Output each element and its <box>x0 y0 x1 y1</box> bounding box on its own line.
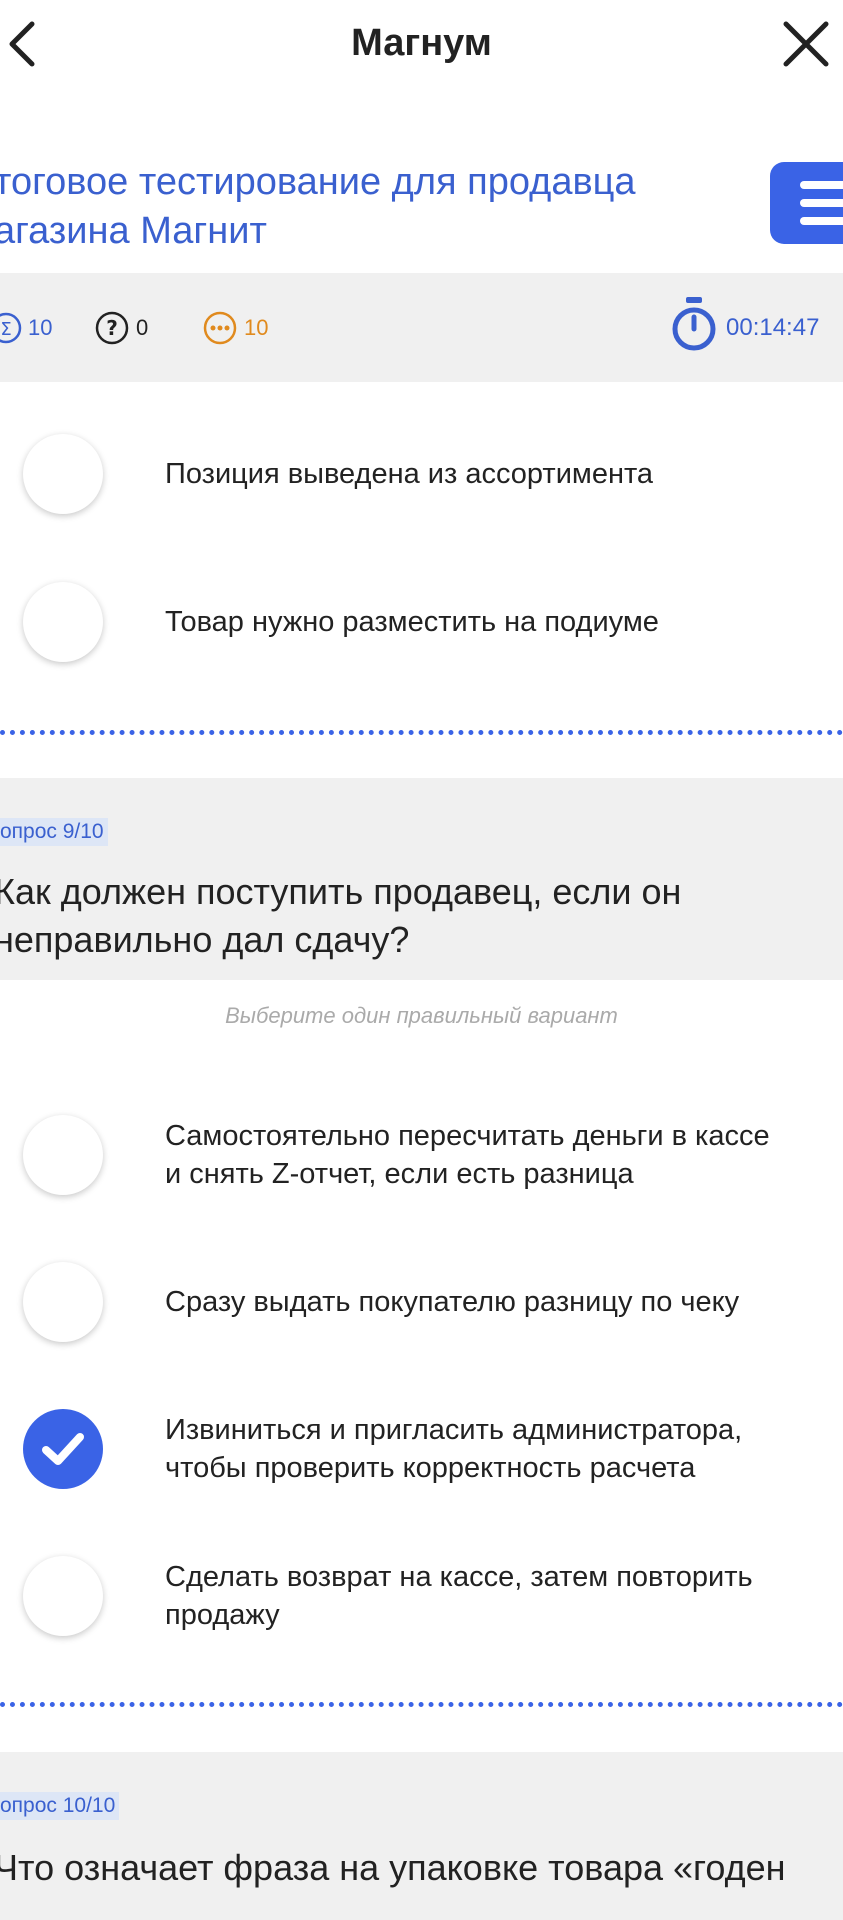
stopwatch-icon <box>672 297 716 351</box>
radio-option-2[interactable] <box>23 1262 103 1342</box>
option-1-label: Самостоятельно пересчитать деньги в касс… <box>165 1120 770 1190</box>
chevron-left-icon <box>9 21 35 67</box>
option-label-prev-1: Позиция выведена из ассортимента <box>165 458 654 490</box>
close-button[interactable] <box>780 18 832 70</box>
option-4-label: Сделать возврат на кассе, затем повторит… <box>165 1561 753 1631</box>
question-10-text-line1: Что означает фраза на упаковке товара «г… <box>0 1847 786 1888</box>
option-label-prev-2: Товар нужно разместить на подиуме <box>165 606 659 638</box>
checkmark-icon <box>42 1433 84 1465</box>
radio-option-4[interactable] <box>23 1556 103 1636</box>
more-dots-icon <box>203 311 237 345</box>
question-9-text-line1: Как должен поступить продавец, если он <box>0 871 682 912</box>
app-title: Магнум <box>351 22 492 64</box>
app-header: Магнум <box>0 0 843 95</box>
stats-bar: Σ 10 ? 0 10 00:14:47 <box>0 273 843 382</box>
radio-option-1[interactable] <box>23 1115 103 1195</box>
radio-option-prev-2[interactable] <box>23 582 103 662</box>
test-title: тоговое тестирование для продавца агазин… <box>0 158 714 256</box>
test-title-line1: тоговое тестирование для продавца <box>0 161 636 203</box>
stat-unanswered: 0 <box>136 315 149 340</box>
question-9-text-line2: неправильно дал сдачу? <box>0 919 410 960</box>
test-title-line2: агазина Магнит <box>0 210 267 252</box>
close-icon <box>783 21 829 67</box>
question-9-label: опрос 9/10 <box>0 818 108 846</box>
question-circle-icon: ? <box>95 311 129 345</box>
svg-text:Σ: Σ <box>0 319 11 340</box>
svg-text:?: ? <box>106 316 118 340</box>
option-3-label: Извиниться и пригласить администратора, … <box>165 1414 743 1484</box>
timer: 00:14:47 <box>726 314 820 341</box>
radio-option-3[interactable] <box>23 1409 103 1489</box>
question-separator <box>0 730 843 735</box>
question-10-block: опрос 10/10 Что означает фраза на упаков… <box>0 1752 843 1920</box>
stat-pending: 10 <box>244 315 269 340</box>
question-9-hint: Выберите один правильный вариант <box>225 1003 618 1028</box>
back-button[interactable] <box>2 18 46 70</box>
menu-button[interactable] <box>770 162 843 244</box>
sigma-icon: Σ <box>0 312 22 344</box>
stat-total: 10 <box>28 315 53 340</box>
question-10-label: опрос 10/10 <box>0 1792 120 1820</box>
option-2-label: Сразу выдать покупателю разницу по чеку <box>165 1286 740 1318</box>
question-9-block: опрос 9/10 Как должен поступить продавец… <box>0 778 843 980</box>
radio-option-prev-1[interactable] <box>23 434 103 514</box>
question-separator <box>0 1702 843 1707</box>
